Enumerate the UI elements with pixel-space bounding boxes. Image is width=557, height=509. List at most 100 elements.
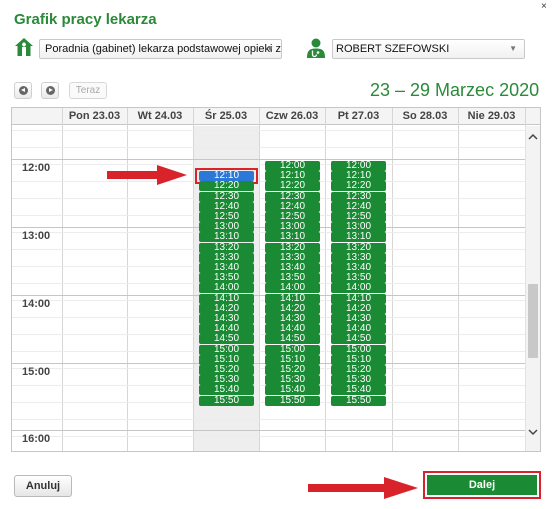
- time-slot[interactable]: 15:30: [265, 375, 320, 385]
- time-slot[interactable]: 12:50: [199, 212, 254, 222]
- row-divider: [12, 419, 525, 420]
- time-slot[interactable]: 12:20: [331, 181, 386, 191]
- time-slot[interactable]: 12:30: [265, 192, 320, 202]
- time-slot[interactable]: 12:00: [331, 161, 386, 171]
- time-slot[interactable]: 15:10: [199, 355, 254, 365]
- day-header: Nie 29.03: [467, 110, 516, 122]
- time-slot[interactable]: 14:30: [199, 314, 254, 324]
- time-slot[interactable]: 14:50: [199, 334, 254, 344]
- time-slot[interactable]: 13:20: [199, 243, 254, 253]
- row-divider: [12, 147, 525, 148]
- time-slot[interactable]: 12:40: [199, 202, 254, 212]
- time-slot[interactable]: 13:40: [199, 263, 254, 273]
- cancel-button[interactable]: Anuluj: [14, 475, 72, 497]
- time-slot[interactable]: 14:30: [265, 314, 320, 324]
- hour-divider: [12, 159, 525, 160]
- time-slot[interactable]: 15:40: [331, 385, 386, 395]
- time-slot[interactable]: 12:40: [331, 202, 386, 212]
- next-button-highlight: Dalej: [423, 471, 541, 499]
- time-slot[interactable]: 13:10: [331, 232, 386, 242]
- time-slot[interactable]: 14:00: [331, 283, 386, 293]
- time-slot[interactable]: 13:20: [331, 243, 386, 253]
- next-button[interactable]: Dalej: [427, 475, 537, 495]
- doctor-select-value: ROBERT SZEFOWSKI: [336, 43, 450, 55]
- scroll-thumb[interactable]: [528, 284, 538, 358]
- time-slot[interactable]: 13:00: [265, 222, 320, 232]
- time-slot[interactable]: 13:00: [331, 222, 386, 232]
- next-week-button[interactable]: [41, 82, 59, 99]
- previous-week-button[interactable]: [14, 82, 32, 99]
- time-slot[interactable]: 12:20: [265, 181, 320, 191]
- time-slot[interactable]: 14:10: [199, 294, 254, 304]
- doctor-icon: [307, 38, 325, 58]
- scroll-up-icon[interactable]: [527, 131, 539, 143]
- scroll-down-icon[interactable]: [527, 426, 539, 438]
- time-slot[interactable]: 15:50: [199, 396, 254, 406]
- time-slot[interactable]: 13:30: [331, 253, 386, 263]
- time-slot[interactable]: 13:50: [199, 273, 254, 283]
- time-slot[interactable]: 14:20: [199, 304, 254, 314]
- time-slot[interactable]: 12:50: [331, 212, 386, 222]
- time-slot[interactable]: 13:10: [265, 232, 320, 242]
- time-slot[interactable]: 15:10: [331, 355, 386, 365]
- close-icon[interactable]: ×: [541, 1, 547, 12]
- time-slot[interactable]: 15:40: [199, 385, 254, 395]
- time-slot[interactable]: 14:30: [331, 314, 386, 324]
- time-slot[interactable]: 15:40: [265, 385, 320, 395]
- time-slot[interactable]: 14:00: [199, 283, 254, 293]
- time-slot[interactable]: 15:20: [199, 365, 254, 375]
- time-slot[interactable]: 13:00: [199, 222, 254, 232]
- time-slot[interactable]: 15:50: [331, 396, 386, 406]
- time-slot[interactable]: 12:30: [331, 192, 386, 202]
- chevron-down-icon: ▼: [266, 44, 274, 53]
- chevron-down-icon: ▼: [509, 44, 517, 53]
- doctor-select[interactable]: ROBERT SZEFOWSKI ▼: [332, 39, 525, 59]
- time-slot[interactable]: 14:40: [265, 324, 320, 334]
- time-slot-selected[interactable]: 12:10: [199, 171, 254, 181]
- time-slot[interactable]: 14:50: [265, 334, 320, 344]
- day-header: Pon 23.03: [68, 110, 121, 122]
- hour-label: 13:00: [22, 230, 51, 242]
- time-slot[interactable]: 14:10: [331, 294, 386, 304]
- clinic-select[interactable]: Poradnia (gabinet) lekarza podstawowej o…: [39, 39, 282, 59]
- time-slot[interactable]: 15:30: [199, 375, 254, 385]
- time-slot[interactable]: 15:50: [265, 396, 320, 406]
- time-slot[interactable]: 15:00: [331, 345, 386, 355]
- time-slot[interactable]: 15:10: [265, 355, 320, 365]
- time-slot[interactable]: 12:50: [265, 212, 320, 222]
- time-slot[interactable]: 14:20: [331, 304, 386, 314]
- calendar-header: Pon 23.03 Wt 24.03 Śr 25.03 Czw 26.03 Pt 27.…: [12, 108, 540, 125]
- time-slot[interactable]: 15:00: [199, 345, 254, 355]
- time-slot[interactable]: 14:00: [265, 283, 320, 293]
- time-slot[interactable]: 13:20: [265, 243, 320, 253]
- time-slot[interactable]: 14:10: [265, 294, 320, 304]
- day-header: Czw 26.03: [265, 110, 319, 122]
- time-slot[interactable]: 13:10: [199, 232, 254, 242]
- row-divider: [12, 130, 525, 131]
- time-slot[interactable]: 14:40: [199, 324, 254, 334]
- time-slot[interactable]: 13:40: [265, 263, 320, 273]
- today-button[interactable]: Teraz: [69, 82, 107, 99]
- time-slot[interactable]: 14:20: [265, 304, 320, 314]
- time-slot[interactable]: 13:30: [265, 253, 320, 263]
- time-slot[interactable]: 12:10: [265, 171, 320, 181]
- time-slot[interactable]: 14:50: [331, 334, 386, 344]
- time-slot[interactable]: 12:40: [265, 202, 320, 212]
- time-slot[interactable]: 13:50: [331, 273, 386, 283]
- time-slot[interactable]: 15:20: [331, 365, 386, 375]
- time-slot[interactable]: 13:50: [265, 273, 320, 283]
- time-slot[interactable]: 15:30: [331, 375, 386, 385]
- time-slot[interactable]: 13:40: [331, 263, 386, 273]
- time-slot[interactable]: 12:30: [199, 192, 254, 202]
- row-divider: [12, 436, 525, 437]
- time-slot[interactable]: 13:30: [199, 253, 254, 263]
- calendar-scrollbar[interactable]: [525, 126, 540, 451]
- time-slot[interactable]: 14:40: [331, 324, 386, 334]
- time-slot[interactable]: 12:10: [331, 171, 386, 181]
- time-slot[interactable]: 12:20: [199, 181, 254, 191]
- time-slot[interactable]: 15:00: [265, 345, 320, 355]
- hour-label: 12:00: [22, 162, 51, 174]
- time-slot[interactable]: 12:00: [265, 161, 320, 171]
- day-header: Wt 24.03: [137, 110, 183, 122]
- time-slot[interactable]: 15:20: [265, 365, 320, 375]
